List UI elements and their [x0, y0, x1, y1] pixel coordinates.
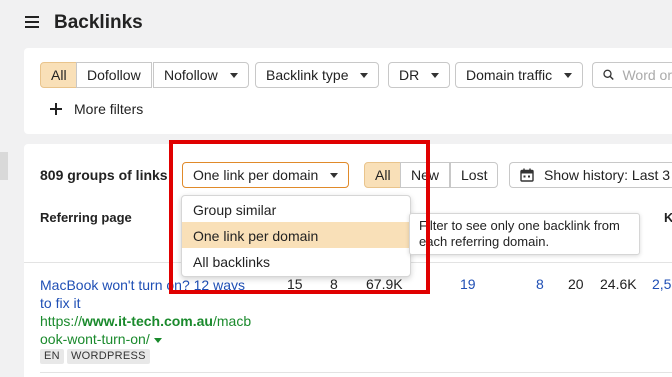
row-title-line2: to fix it — [40, 295, 81, 311]
chevron-down-icon — [360, 72, 369, 78]
chevron-down-icon — [564, 72, 573, 78]
results-segment-lost-label: Lost — [461, 167, 488, 183]
segment-dofollow-label: Dofollow — [87, 67, 141, 83]
nofollow-label: Nofollow — [164, 67, 218, 83]
tooltip-line1: Filter to see only one backlink from — [419, 218, 620, 233]
platform-tag: WORDPRESS — [67, 349, 150, 364]
menu-icon[interactable] — [25, 16, 39, 28]
nofollow-dropdown[interactable]: Nofollow — [153, 62, 249, 88]
calendar-icon — [520, 168, 534, 182]
dr-dropdown[interactable]: DR — [388, 62, 451, 88]
results-count: 809 groups of links — [40, 167, 168, 183]
page-title: Backlinks — [54, 12, 143, 33]
row-url-prefix: https:// — [40, 313, 83, 329]
row-value-7: 24.6K — [600, 276, 637, 292]
results-segment-lost[interactable]: Lost — [450, 162, 499, 188]
row-value-6: 20 — [568, 276, 584, 292]
row-url-domain: www.it-tech.com.au — [82, 313, 213, 329]
domain-traffic-dropdown[interactable]: Domain traffic — [455, 62, 584, 88]
tooltip: Filter to see only one backlink from eac… — [409, 213, 640, 255]
filters-panel — [24, 48, 672, 134]
search-field[interactable]: Word or — [592, 62, 672, 88]
more-filters-button[interactable]: More filters — [50, 100, 143, 118]
backlink-type-label: Backlink type — [266, 67, 349, 83]
plus-icon — [50, 103, 62, 115]
row-value-4[interactable]: 19 — [460, 276, 476, 292]
side-marker — [0, 152, 8, 180]
row-value-5[interactable]: 8 — [536, 276, 544, 292]
language-tag: EN — [40, 349, 64, 364]
search-placeholder: Word or — [622, 67, 672, 83]
segment-dofollow[interactable]: Dofollow — [76, 62, 152, 88]
domain-traffic-label: Domain traffic — [466, 67, 553, 83]
backlink-type-dropdown[interactable]: Backlink type — [255, 62, 380, 88]
search-icon — [603, 69, 614, 81]
column-header-referring-page[interactable]: Referring page — [40, 210, 132, 225]
tooltip-line2: each referring domain. — [419, 234, 550, 249]
more-filters-label: More filters — [74, 101, 144, 117]
row-value-8[interactable]: 2,5 — [652, 276, 671, 292]
show-history-label: Show history: Last 3 — [544, 167, 671, 183]
row-url-path2: ook-wont-turn-on/ — [40, 331, 150, 347]
dr-label: DR — [399, 67, 420, 83]
column-header-k[interactable]: K — [664, 210, 672, 225]
row-url-link[interactable]: https://www.it-tech.com.au/macb ook-wont… — [40, 312, 251, 348]
chevron-down-icon[interactable] — [153, 337, 162, 343]
chevron-down-icon — [431, 72, 440, 78]
show-history-button[interactable]: Show history: Last 3 — [509, 162, 672, 188]
row-url-path1: /macb — [212, 313, 252, 329]
segment-all-label: All — [51, 67, 67, 83]
row-divider — [40, 372, 672, 373]
chevron-down-icon — [229, 72, 238, 78]
highlight-box — [169, 140, 430, 294]
segment-all[interactable]: All — [40, 62, 78, 88]
